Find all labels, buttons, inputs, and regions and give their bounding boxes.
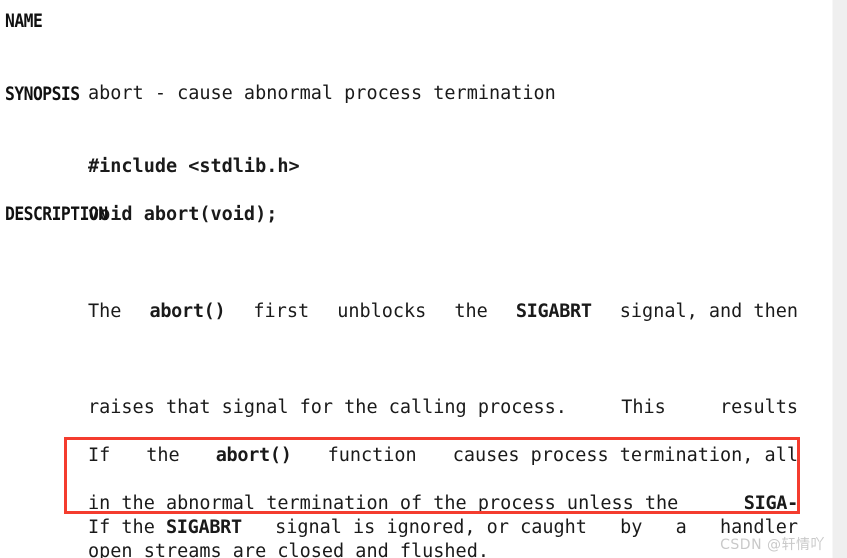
word: by — [620, 517, 643, 538]
word: first — [253, 301, 310, 322]
signal-sigabrt: SIGABRT — [515, 301, 592, 322]
word: If the — [88, 517, 166, 538]
word: unblocks — [337, 301, 427, 322]
section-heading-name: NAME — [5, 10, 43, 32]
word: signal, and then — [619, 301, 798, 322]
desc-p1-line-1: The abort() first unblocks the SIGABRT s… — [88, 300, 798, 324]
name-description-line: abort - cause abnormal process terminati… — [88, 83, 556, 104]
synopsis-prototype-line: void abort(void); — [88, 204, 278, 225]
desc-p3-line-1: If the SIGABRT signal is ignored, or cau… — [88, 516, 798, 540]
right-gutter-strip — [832, 0, 847, 558]
document-body: NAME abort - cause abnormal process term… — [0, 0, 833, 558]
section-heading-synopsis: SYNOPSIS — [5, 83, 80, 105]
description-paragraph-3-highlighted: If the SIGABRT signal is ignored, or cau… — [88, 444, 798, 558]
section-heading-description: DESCRIPTION — [5, 203, 108, 225]
word: The — [88, 301, 122, 322]
word: signal is ignored, or caught — [275, 517, 587, 538]
word-group: If the SIGABRT — [88, 516, 242, 540]
csdn-watermark: CSDN @轩情吖 — [720, 537, 825, 553]
word: the — [454, 301, 488, 322]
func-abort: abort() — [149, 301, 226, 322]
word: a — [675, 517, 687, 538]
man-page-viewer: NAME abort - cause abnormal process term… — [0, 0, 847, 558]
signal-sigabrt: SIGABRT — [165, 517, 242, 538]
